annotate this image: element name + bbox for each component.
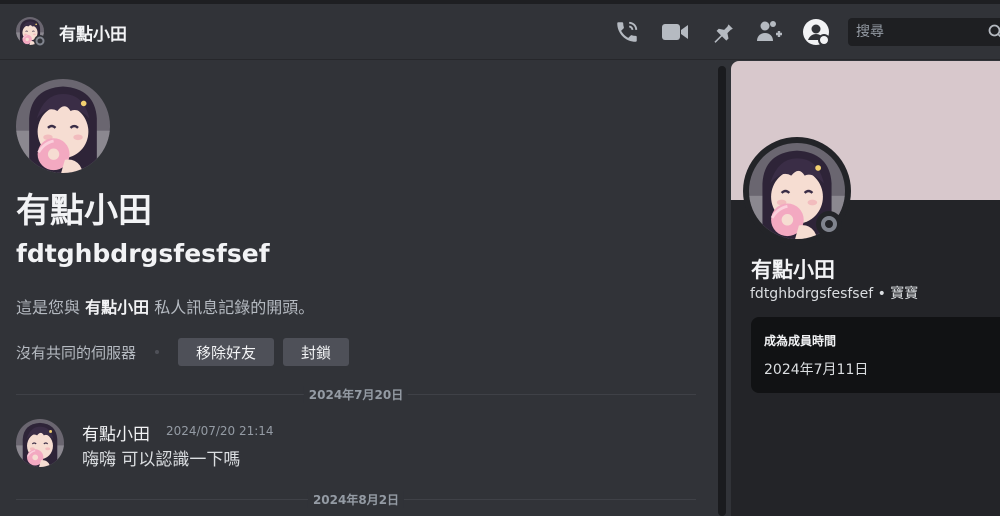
video-call-icon[interactable] xyxy=(661,18,689,46)
message-text: 嗨嗨 可以認識一下嗎 xyxy=(82,450,241,470)
add-friends-to-dm-icon[interactable] xyxy=(755,18,783,46)
profile-username: fdtghbdrgsfesfsef xyxy=(16,239,270,268)
pin-icon[interactable] xyxy=(708,18,736,46)
header-avatar[interactable] xyxy=(16,17,46,47)
scrollbar-track[interactable] xyxy=(718,66,726,516)
search-box[interactable] xyxy=(848,18,1000,46)
offline-status-icon xyxy=(821,216,837,232)
separator-dot xyxy=(155,350,160,354)
dm-intro-text: 這是您與 有點小田 私人訊息記錄的開頭。 xyxy=(16,294,314,318)
date-divider-label: 2024年7月20日 xyxy=(303,386,409,403)
member-since-value: 2024年7月11日 xyxy=(764,362,869,378)
search-input[interactable] xyxy=(848,18,988,46)
remove-friend-button[interactable]: 移除好友 xyxy=(178,338,275,366)
panel-display-name: 有點小田 xyxy=(751,258,835,282)
mutual-row: 沒有共同的伺服器 移除好友 封鎖 xyxy=(16,338,358,366)
message-area: 有點小田 fdtghbdrgsfesfsef 這是您與 有點小田 私人訊息記錄的… xyxy=(0,61,716,516)
intro-prefix: 這是您與 xyxy=(16,298,86,317)
block-button[interactable]: 封鎖 xyxy=(283,338,350,366)
scrollbar-thumb[interactable] xyxy=(718,66,726,516)
message-timestamp: 2024/07/20 21:14 xyxy=(166,424,274,438)
phone-call-icon[interactable] xyxy=(613,18,641,46)
user-profile-panel: 有點小田 fdtghbdrgsfesfsef • 寶寶 成為成員時間 2024年… xyxy=(731,61,1000,516)
member-since-card: 成為成員時間 2024年7月11日 xyxy=(751,317,1000,393)
profile-display-name: 有點小田 xyxy=(16,191,152,231)
date-divider-label: 2024年8月2日 xyxy=(307,491,405,508)
intro-suffix: 私人訊息記錄的開頭。 xyxy=(149,298,315,317)
intro-name: 有點小田 xyxy=(85,298,150,317)
mutual-servers-text: 沒有共同的伺服器 xyxy=(16,343,137,362)
message-author[interactable]: 有點小田 xyxy=(82,420,150,445)
dm-header: 有點小田 xyxy=(0,4,1000,60)
user-profile-icon[interactable] xyxy=(802,18,830,46)
search-icon xyxy=(988,24,1000,38)
message-avatar[interactable] xyxy=(16,419,64,467)
panel-username: fdtghbdrgsfesfsef • 寶寶 xyxy=(750,286,919,302)
member-since-title: 成為成員時間 xyxy=(764,334,837,348)
header-title: 有點小田 xyxy=(59,25,127,45)
status-indicator xyxy=(816,211,842,237)
profile-avatar[interactable] xyxy=(16,79,110,173)
